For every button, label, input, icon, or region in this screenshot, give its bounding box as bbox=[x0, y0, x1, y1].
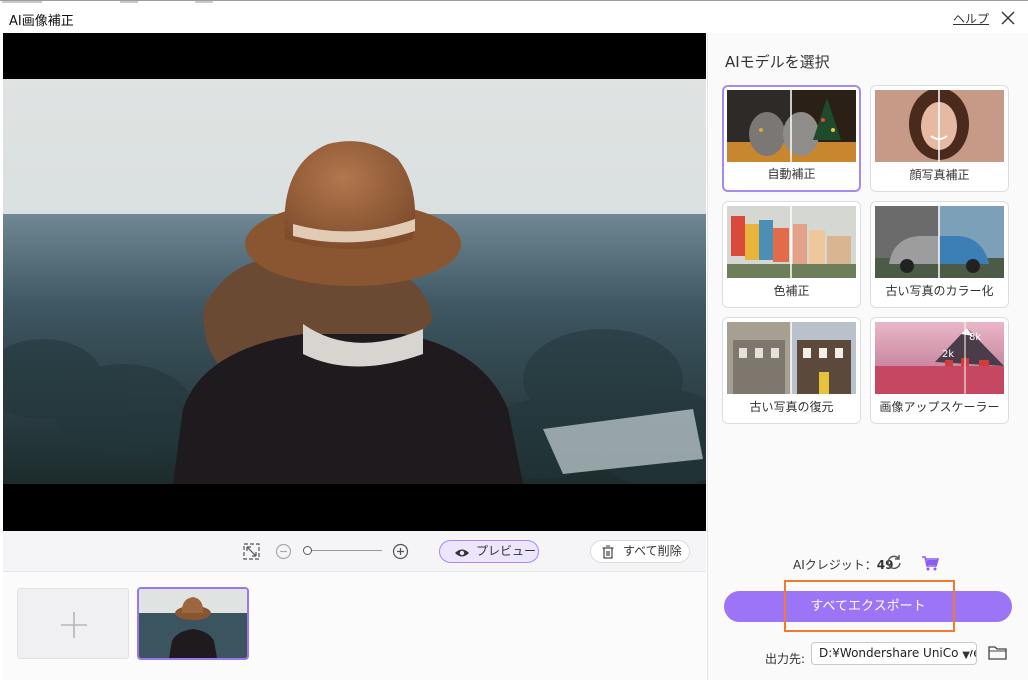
model-label-colorize: 古い写真のカラー化 bbox=[885, 284, 994, 298]
auto-enhance-thumbnail bbox=[727, 90, 856, 162]
help-link[interactable]: ヘルプ bbox=[953, 10, 989, 27]
plus-icon bbox=[60, 611, 88, 642]
refresh-credit-button[interactable] bbox=[885, 553, 903, 571]
output-location-select[interactable]: D:¥Wondershare UniConverter ▼ bbox=[811, 642, 977, 665]
model-label-face: 顔写真補正 bbox=[909, 168, 970, 182]
face-thumbnail bbox=[875, 90, 1004, 162]
color-thumbnail bbox=[727, 206, 856, 278]
colorize-thumbnail bbox=[875, 206, 1004, 278]
zoom-slider-track[interactable] bbox=[312, 550, 382, 551]
model-card-upscale[interactable]: 2k 8k 画像アップスケーラー bbox=[870, 317, 1009, 424]
model-card-colorize[interactable]: 古い写真のカラー化 bbox=[870, 201, 1009, 308]
fit-screen-button[interactable] bbox=[243, 543, 260, 563]
model-label-restore: 古い写真の復元 bbox=[749, 400, 834, 414]
cart-icon bbox=[922, 556, 940, 571]
model-card-restore[interactable]: 古い写真の復元 bbox=[722, 317, 861, 424]
upscale-thumbnail: 2k 8k bbox=[875, 322, 1004, 394]
model-panel-title: AIモデルを選択 bbox=[725, 53, 830, 71]
title-bar-accent bbox=[2, 1, 42, 3]
preview-button[interactable]: プレビュー bbox=[439, 540, 539, 563]
add-file-button[interactable] bbox=[17, 588, 129, 659]
preview-button-label: プレビュー bbox=[476, 544, 537, 558]
file-strip bbox=[3, 572, 706, 680]
model-label-upscale: 画像アップスケーラー bbox=[879, 400, 1000, 414]
title-bar: AI画像補正 ヘルプ bbox=[0, 0, 1028, 33]
title-bar-accent bbox=[120, 1, 138, 3]
zoom-out-icon bbox=[275, 543, 292, 560]
trash-icon bbox=[602, 545, 614, 566]
file-thumbnail-image bbox=[139, 589, 247, 658]
eye-icon bbox=[454, 545, 470, 566]
delete-all-button[interactable]: すべて削除 bbox=[590, 540, 690, 563]
buy-credits-button[interactable] bbox=[921, 554, 940, 572]
expand-icon bbox=[243, 543, 260, 560]
folder-icon bbox=[988, 646, 1007, 660]
ai-credit-display: AIクレジット：49 bbox=[793, 556, 893, 573]
preview-canvas bbox=[3, 33, 706, 531]
window-title: AI画像補正 bbox=[9, 14, 74, 29]
zoom-out-button[interactable] bbox=[275, 543, 292, 563]
output-location-label: 出力先: bbox=[765, 652, 806, 666]
preview-image bbox=[3, 79, 706, 484]
export-highlight-box bbox=[784, 580, 955, 632]
chevron-down-icon: ▼ bbox=[958, 645, 970, 664]
upscale-badge-8k: 8k bbox=[969, 332, 981, 343]
refresh-icon bbox=[887, 555, 901, 569]
open-folder-button[interactable] bbox=[988, 644, 1008, 662]
preview-toolbar: プレビュー すべて削除 bbox=[3, 531, 706, 572]
file-thumbnail[interactable] bbox=[137, 587, 249, 660]
close-icon bbox=[1001, 11, 1015, 25]
ai-credit-label: AIクレジット： bbox=[793, 558, 877, 572]
model-label-auto-enhance: 自動補正 bbox=[767, 167, 816, 181]
output-location-value: D:¥Wondershare UniConverter bbox=[819, 646, 976, 660]
close-button[interactable] bbox=[997, 7, 1019, 29]
restore-thumbnail bbox=[727, 322, 856, 394]
zoom-in-button[interactable] bbox=[392, 543, 409, 563]
upscale-badge-2k: 2k bbox=[942, 349, 954, 360]
model-card-auto-enhance[interactable]: 自動補正 bbox=[722, 85, 861, 192]
model-card-color[interactable]: 色補正 bbox=[722, 201, 861, 308]
zoom-in-icon bbox=[392, 543, 409, 560]
model-panel: AIモデルを選択 自動補正 顔写真補正 色補正 古い写真のカラー化 古い写真の復… bbox=[707, 33, 1028, 680]
zoom-slider-knob[interactable] bbox=[303, 546, 312, 555]
model-label-color: 色補正 bbox=[773, 284, 810, 298]
delete-all-label: すべて削除 bbox=[623, 544, 682, 558]
title-bar-accent bbox=[195, 1, 213, 3]
model-card-face[interactable]: 顔写真補正 bbox=[870, 85, 1009, 192]
